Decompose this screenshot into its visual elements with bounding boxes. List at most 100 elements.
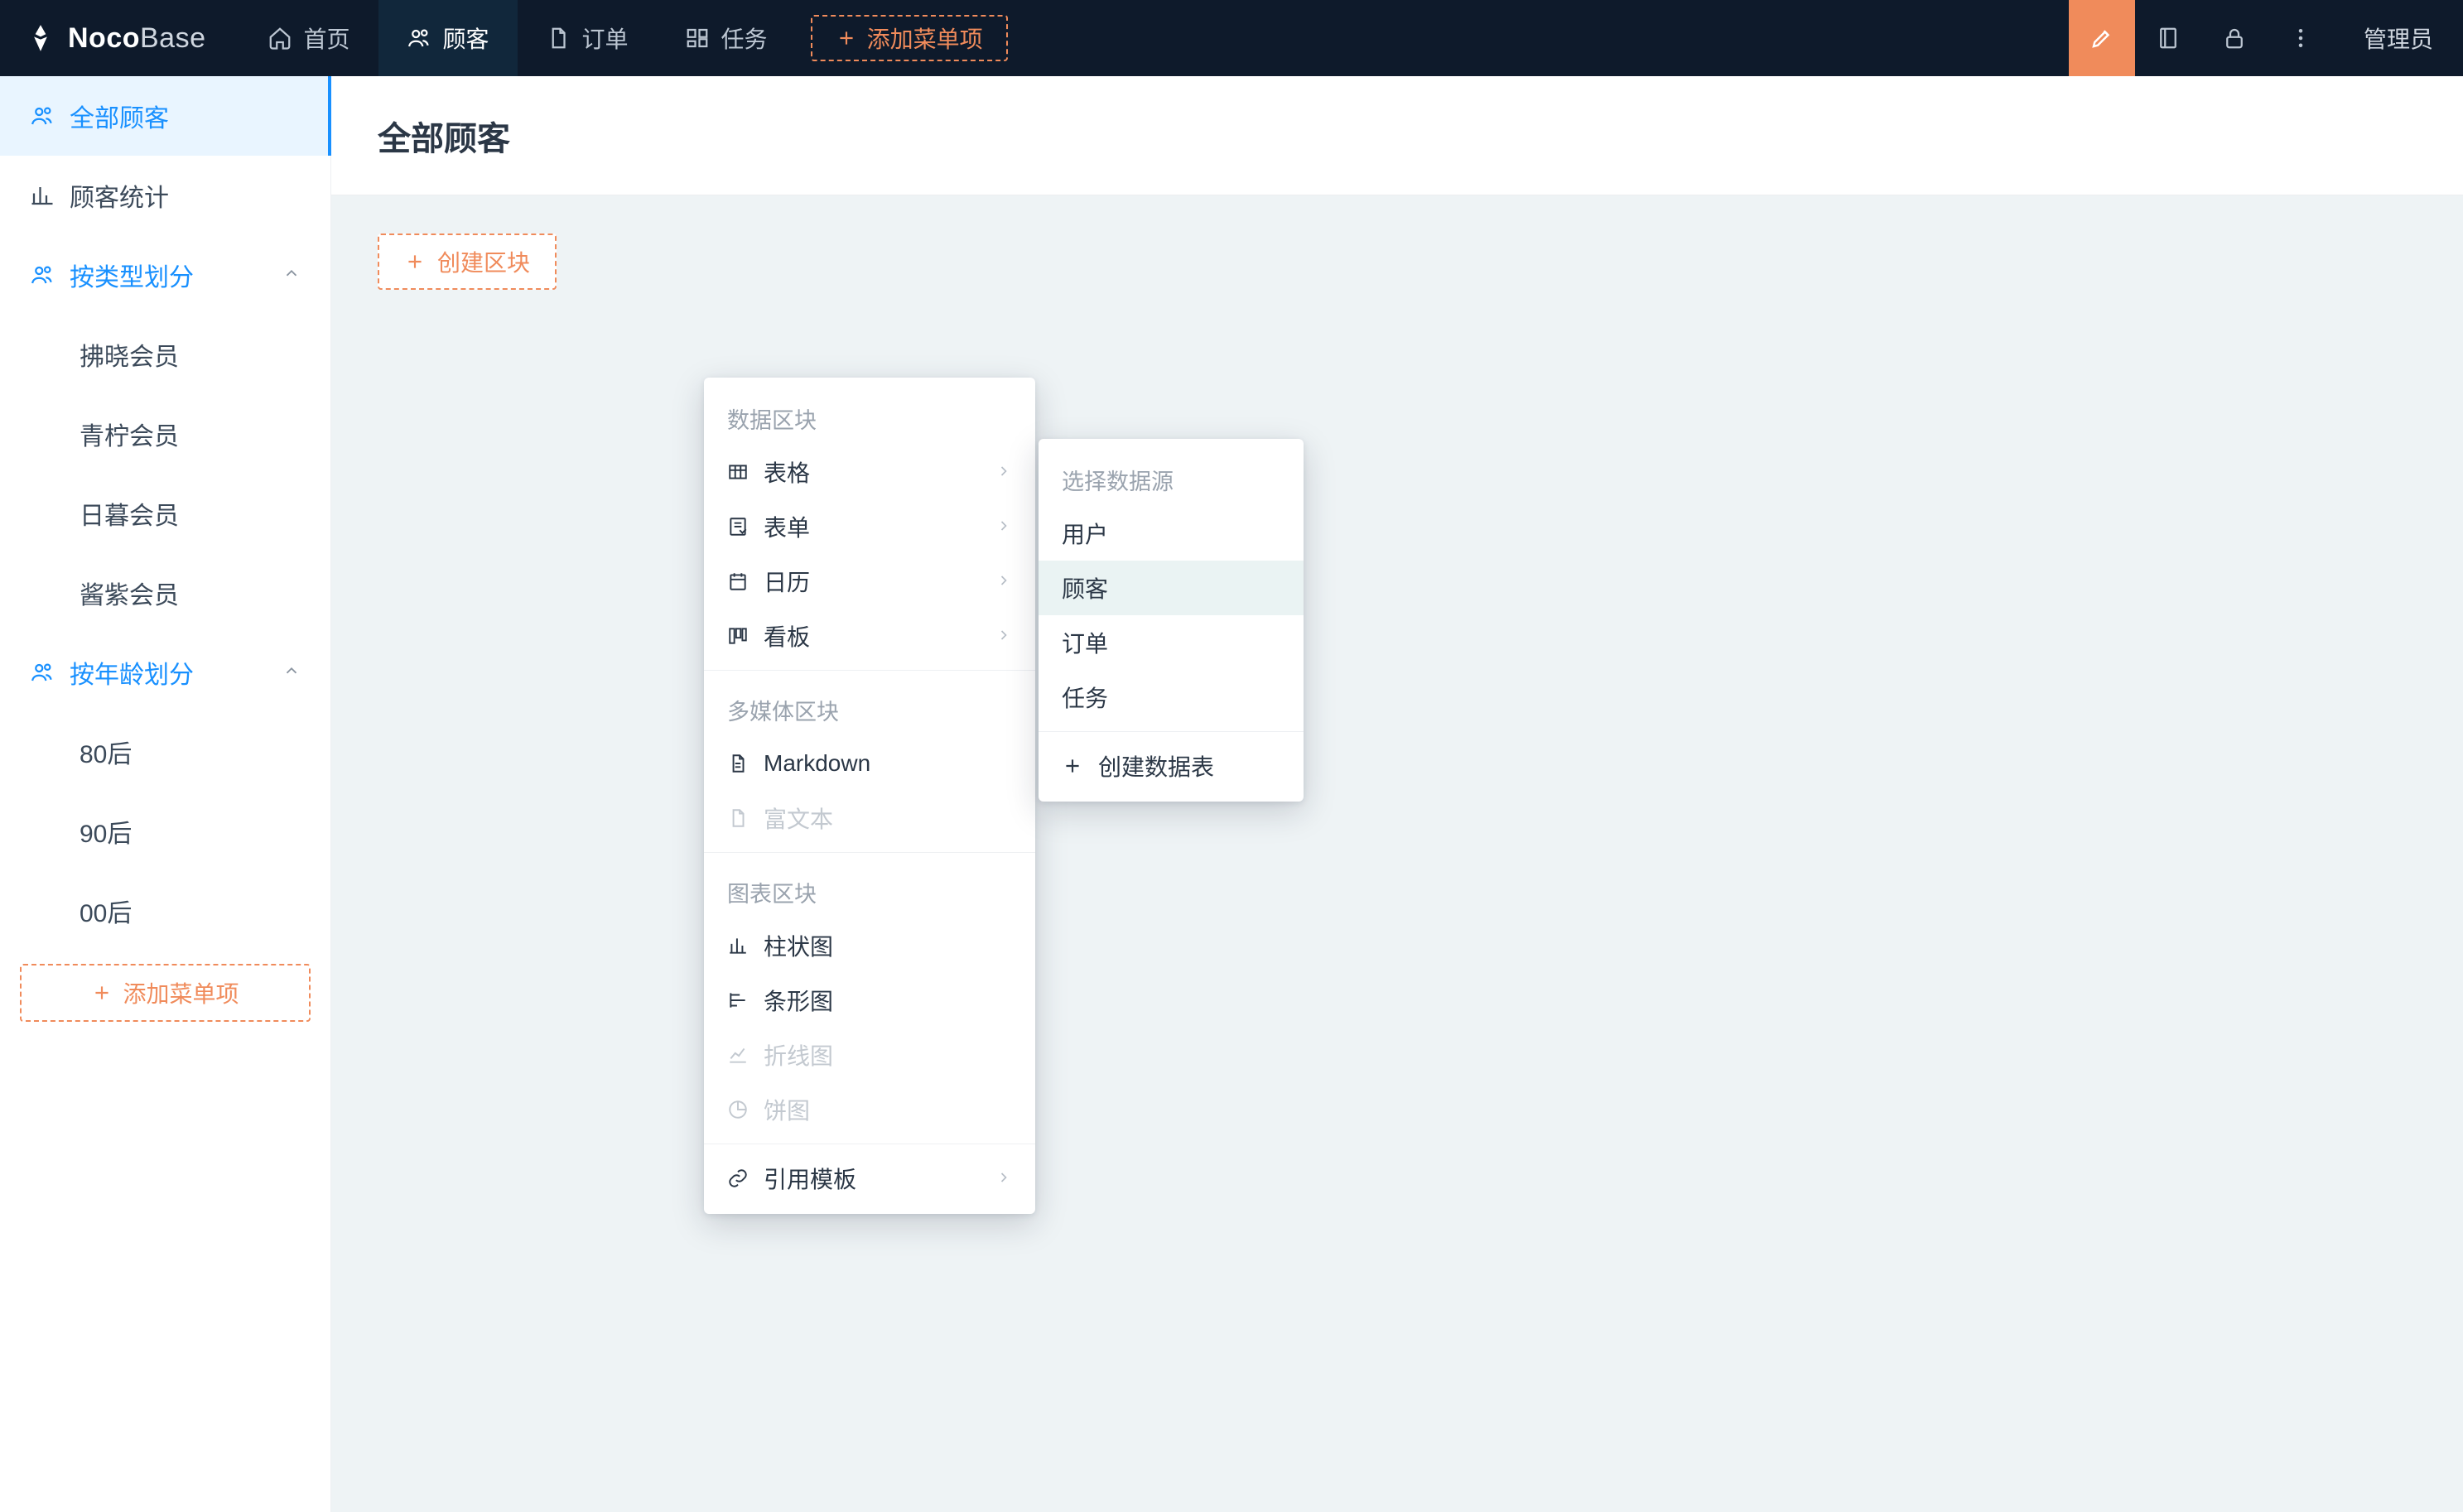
menu-item-bar-chart[interactable]: 条形图 — [704, 973, 1035, 1028]
sidebar-group-label: 按年龄划分 — [70, 654, 194, 691]
topnav-label: 订单 — [582, 22, 629, 55]
chevron-right-icon — [995, 1165, 1012, 1192]
line-chart-icon — [727, 1044, 749, 1066]
file-text-icon — [727, 753, 749, 774]
more-button[interactable] — [2268, 0, 2334, 76]
menu-item-label: 任务 — [1062, 681, 1108, 714]
page-title: 全部顾客 — [378, 112, 510, 160]
sidebar-item-label: 顾客统计 — [70, 177, 169, 214]
menu-item-markdown[interactable]: Markdown — [704, 736, 1035, 791]
datasource-item-users[interactable]: 用户 — [1039, 506, 1304, 561]
users-icon — [407, 26, 431, 51]
menu-item-reference-template[interactable]: 引用模板 — [704, 1151, 1035, 1206]
topnav-label: 顾客 — [443, 22, 489, 55]
sidebar-sub-jiangzi[interactable]: 酱紫会员 — [0, 553, 330, 633]
more-vertical-icon — [2288, 26, 2313, 51]
main-area: 全部顾客 创建区块 数据区块 表格 表单 日历 — [331, 76, 2463, 1512]
sidebar-sub-label: 80后 — [80, 734, 132, 770]
menu-item-richtext: 富文本 — [704, 791, 1035, 845]
sidebar-group-by-age[interactable]: 按年龄划分 — [0, 633, 330, 712]
datasource-item-customers[interactable]: 顾客 — [1039, 561, 1304, 615]
menu-item-label: 看板 — [764, 619, 810, 652]
chevron-right-icon — [995, 568, 1012, 595]
menu-item-calendar[interactable]: 日历 — [704, 554, 1035, 609]
sidebar-sub-qingning[interactable]: 青柠会员 — [0, 394, 330, 474]
menu-item-label: 日历 — [764, 565, 810, 598]
menu-section-data: 数据区块 — [704, 386, 1035, 445]
select-datasource-menu: 选择数据源 用户 顾客 订单 任务 创建数据表 — [1039, 439, 1304, 802]
sidebar-add-menu-item[interactable]: 添加菜单项 — [20, 964, 311, 1022]
create-block-menu: 数据区块 表格 表单 日历 看板 多媒体区块 — [704, 378, 1035, 1214]
sidebar-group-label: 按类型划分 — [70, 257, 194, 293]
menu-item-label: 订单 — [1062, 626, 1108, 659]
menu-item-label: 柱状图 — [764, 929, 833, 962]
sidebar-sub-label: 日暮会员 — [80, 495, 179, 532]
brand-name-thin: Base — [140, 22, 206, 55]
sidebar-sub-label: 00后 — [80, 893, 132, 929]
menu2-title: 选择数据源 — [1039, 447, 1304, 506]
sidebar-sub-label: 青柠会员 — [80, 416, 179, 452]
chevron-right-icon — [995, 623, 1012, 649]
topnav-item-customers[interactable]: 顾客 — [378, 0, 518, 76]
datasource-item-orders[interactable]: 订单 — [1039, 615, 1304, 670]
sidebar-sub-fuxiao[interactable]: 拂晓会员 — [0, 315, 330, 394]
permissions-button[interactable] — [2201, 0, 2268, 76]
current-user[interactable]: 管理员 — [2334, 0, 2463, 76]
page-canvas: 创建区块 — [331, 195, 2463, 328]
kanban-icon — [727, 625, 749, 647]
sidebar-sub-label: 90后 — [80, 813, 132, 850]
sidebar-sub-00s[interactable]: 00后 — [0, 871, 330, 951]
menu-item-kanban[interactable]: 看板 — [704, 609, 1035, 663]
sidebar-sub-label: 酱紫会员 — [80, 575, 179, 611]
create-block-label: 创建区块 — [437, 245, 530, 278]
menu-item-label: 条形图 — [764, 984, 833, 1017]
datasource-item-tasks[interactable]: 任务 — [1039, 670, 1304, 725]
book-icon — [2156, 26, 2181, 51]
topnav: 首页 顾客 订单 任务 添加菜单项 — [239, 0, 1023, 76]
sidebar-add-label: 添加菜单项 — [123, 976, 239, 1009]
brand-mark-icon — [25, 22, 56, 54]
file-icon — [546, 26, 571, 51]
topnav-add-label: 添加菜单项 — [867, 22, 983, 55]
sidebar-item-all-customers[interactable]: 全部顾客 — [0, 76, 330, 156]
sidebar-group-by-type[interactable]: 按类型划分 — [0, 235, 330, 315]
create-block-button[interactable]: 创建区块 — [378, 234, 557, 290]
page-header: 全部顾客 — [331, 76, 2463, 195]
menu-item-label: 富文本 — [764, 802, 833, 835]
home-icon — [268, 26, 292, 51]
bar-chart-horizontal-icon — [727, 990, 749, 1011]
sidebar-item-customer-stats[interactable]: 顾客统计 — [0, 156, 330, 235]
users-icon — [30, 660, 55, 685]
form-icon — [727, 516, 749, 537]
menu-section-chart: 图表区块 — [704, 860, 1035, 918]
tasks-icon — [685, 26, 710, 51]
pie-chart-icon — [727, 1099, 749, 1120]
brand-name-bold: Noco — [68, 22, 140, 55]
calendar-icon — [727, 571, 749, 592]
menu-item-column-chart[interactable]: 柱状图 — [704, 918, 1035, 973]
menu-item-line-chart: 折线图 — [704, 1028, 1035, 1082]
menu-item-label: Markdown — [764, 750, 870, 777]
menu-item-label: 饼图 — [764, 1093, 810, 1126]
topnav-item-home[interactable]: 首页 — [239, 0, 378, 76]
file-icon — [727, 807, 749, 829]
sidebar-sub-80s[interactable]: 80后 — [0, 712, 330, 792]
menu-item-form[interactable]: 表单 — [704, 499, 1035, 554]
topnav-item-orders[interactable]: 订单 — [518, 0, 657, 76]
menu-item-label: 引用模板 — [764, 1162, 856, 1195]
column-chart-icon — [727, 935, 749, 956]
datasource-create-collection[interactable]: 创建数据表 — [1039, 739, 1304, 793]
sidebar-sub-rimu[interactable]: 日暮会员 — [0, 474, 330, 553]
sidebar-item-label: 全部顾客 — [70, 98, 169, 134]
link-icon — [727, 1168, 749, 1189]
topnav-item-tasks[interactable]: 任务 — [657, 0, 796, 76]
collections-button[interactable] — [2135, 0, 2201, 76]
sidebar-sub-90s[interactable]: 90后 — [0, 792, 330, 871]
chevron-up-icon — [282, 261, 301, 289]
brand-logo[interactable]: NocoBase — [0, 0, 239, 76]
highlighter-icon — [2089, 26, 2114, 51]
sidebar-sub-label: 拂晓会员 — [80, 336, 179, 373]
topnav-add-menu-item[interactable]: 添加菜单项 — [811, 15, 1008, 61]
menu-item-table[interactable]: 表格 — [704, 445, 1035, 499]
design-mode-button[interactable] — [2069, 0, 2135, 76]
